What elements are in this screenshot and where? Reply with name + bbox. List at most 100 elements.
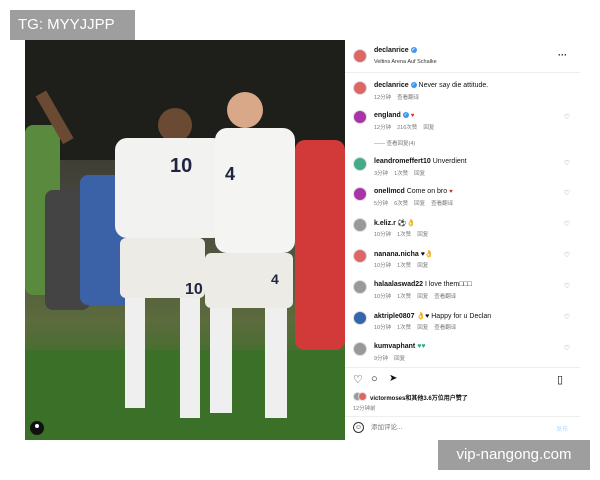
comment-likes[interactable]: 1次赞 — [397, 294, 411, 300]
caption-verified-icon: ✓ — [410, 82, 417, 89]
author-username[interactable]: declanrice ✓ — [374, 47, 417, 54]
comment-translate-link[interactable]: 查看翻译 — [434, 325, 456, 331]
view-replies-link[interactable]: —— 查看回复(4) — [374, 139, 415, 147]
comment-reply-button[interactable]: 回复 — [414, 201, 425, 207]
post-location[interactable]: Veltins Arena Auf Schalke — [374, 59, 437, 65]
comment-line: nanana.nicha ♥👌 — [374, 250, 434, 258]
comment-avatar[interactable] — [353, 280, 367, 294]
post-comment-button[interactable]: 发布 — [556, 424, 568, 433]
comment-meta: 5分钟 6次赞 回复 查看翻译 — [374, 199, 459, 207]
comment-meta: 12分钟 216次赞 回复 — [374, 123, 440, 131]
comment-username[interactable]: nanana.nicha — [374, 251, 419, 258]
comment-like-icon[interactable]: ♡ — [564, 159, 570, 167]
comment-likes[interactable]: 216次赞 — [397, 125, 417, 131]
comment-reply-button[interactable]: 回复 — [417, 325, 428, 331]
comment-reply-button[interactable]: 回复 — [417, 294, 428, 300]
caption-meta: 12分钟 查看翻译 — [374, 93, 425, 101]
comment-like-icon[interactable]: ♡ — [564, 220, 570, 228]
comment-time: 10分钟 — [374, 263, 392, 269]
comment-like-icon[interactable]: ♡ — [564, 313, 570, 321]
comment-likes[interactable]: 1次赞 — [397, 263, 411, 269]
comment-meta: 10分钟 1次赞 回复 — [374, 230, 434, 238]
comment-username[interactable]: onellmcd — [374, 188, 405, 195]
actions-divider — [345, 367, 580, 368]
shirt-number-1: 10 — [170, 155, 192, 177]
player-shorts-2 — [205, 253, 293, 308]
comment-avatar[interactable] — [353, 311, 367, 325]
comment-like-icon[interactable]: ♡ — [564, 282, 570, 290]
comment-likes[interactable]: 1次赞 — [397, 232, 411, 238]
liker-avatar[interactable] — [358, 392, 367, 401]
comment-translate-link[interactable]: 查看翻译 — [431, 201, 453, 207]
player-shirt-2 — [215, 128, 295, 253]
comment-time: 9分钟 — [374, 356, 389, 362]
comment-text: ♥👌 — [420, 251, 434, 258]
author-avatar[interactable] — [353, 49, 367, 63]
comment-avatar[interactable] — [353, 157, 367, 171]
header-divider — [345, 72, 580, 73]
comment-avatar[interactable] — [353, 187, 367, 201]
likes-summary[interactable]: victormoses和其他3.6万位用户赞了 — [370, 393, 468, 402]
comment-line: halaalaswad22 I love them□□□ — [374, 281, 472, 288]
save-icon[interactable]: ▯ — [557, 373, 563, 386]
comment-translate-link[interactable]: 查看翻译 — [434, 294, 456, 300]
comment-line: aktriple0807 👌♥ Happy for u Declan — [374, 312, 491, 320]
comment-reply-button[interactable]: 回复 — [423, 125, 434, 131]
comment-text: I love them□□□ — [424, 281, 472, 288]
post-time: 12分钟前 — [353, 406, 376, 412]
watermark-top: TG: MYYJJPP — [10, 10, 135, 40]
comment-time: 10分钟 — [374, 325, 392, 331]
comment-verified-icon: ✓ — [402, 112, 409, 119]
player-shirt-1 — [115, 138, 225, 238]
comment-avatar[interactable] — [353, 342, 367, 356]
shorts-number-1: 10 — [185, 281, 203, 298]
comment-username[interactable]: aktriple0807 — [374, 313, 414, 320]
comment-username[interactable]: k.eliz.r — [374, 220, 396, 227]
comment-likes[interactable]: 1次赞 — [397, 325, 411, 331]
comment-avatar[interactable] — [353, 218, 367, 232]
player-head-2 — [227, 92, 263, 128]
caption-text: Never say die attitude. — [418, 82, 489, 89]
comment-reply-button[interactable]: 回复 — [414, 171, 425, 177]
emoji-picker-icon[interactable]: ☺ — [353, 422, 364, 433]
add-comment-input[interactable] — [371, 421, 541, 434]
comment-username[interactable]: leandromeffert10 — [374, 158, 431, 165]
player-leg-1b — [180, 298, 200, 418]
photo-illustration: 10 4 10 4 — [25, 40, 345, 440]
comment-likes[interactable]: 6次赞 — [394, 201, 408, 207]
author-username-text: declanrice — [374, 47, 409, 54]
comment-avatar[interactable] — [353, 249, 367, 263]
comment-like-icon[interactable]: ♡ — [564, 344, 570, 352]
comment-like-icon[interactable]: ♡ — [564, 251, 570, 259]
share-icon[interactable]: ➤ — [389, 373, 397, 384]
comment-like-icon[interactable]: ♡ — [564, 113, 570, 121]
comment-line: kumvaphant ♥♥ — [374, 343, 426, 350]
post-photo[interactable]: 10 4 10 4 — [25, 40, 345, 440]
more-options-icon[interactable]: ··· — [558, 50, 567, 60]
comment-line: england ✓ ♥ — [374, 112, 414, 119]
comment-username[interactable]: england — [374, 112, 401, 119]
comment-username[interactable]: halaalaswad22 — [374, 281, 423, 288]
comment-username[interactable]: kumvaphant — [374, 343, 415, 350]
comment-time: 10分钟 — [374, 232, 392, 238]
comment-time: 12分钟 — [374, 125, 392, 131]
comment-likes[interactable]: 1次赞 — [394, 171, 408, 177]
player-head-1 — [158, 108, 192, 142]
comment-time: 3分钟 — [374, 171, 389, 177]
like-icon[interactable]: ♡ — [353, 373, 363, 386]
comment-text: Unverdient — [432, 158, 467, 165]
comment-icon[interactable]: ○ — [371, 373, 378, 385]
comment-text: ⚽👌 — [397, 220, 416, 227]
comment-meta: 10分钟 1次赞 回复 查看翻译 — [374, 323, 462, 331]
caption-avatar[interactable] — [353, 81, 367, 95]
caption-line: declanrice ✓ Never say die attitude. — [374, 82, 488, 89]
post-side-panel: declanrice ✓ Veltins Arena Auf Schalke ·… — [345, 40, 580, 440]
comment-reply-button[interactable]: 回复 — [417, 263, 428, 269]
comment-text: ♥♥ — [417, 343, 426, 350]
comment-like-icon[interactable]: ♡ — [564, 189, 570, 197]
caption-username[interactable]: declanrice — [374, 82, 409, 89]
comment-reply-button[interactable]: 回复 — [417, 232, 428, 238]
comment-reply-button[interactable]: 回复 — [394, 356, 405, 362]
caption-translate-link[interactable]: 查看翻译 — [397, 95, 419, 101]
comment-avatar[interactable] — [353, 110, 367, 124]
